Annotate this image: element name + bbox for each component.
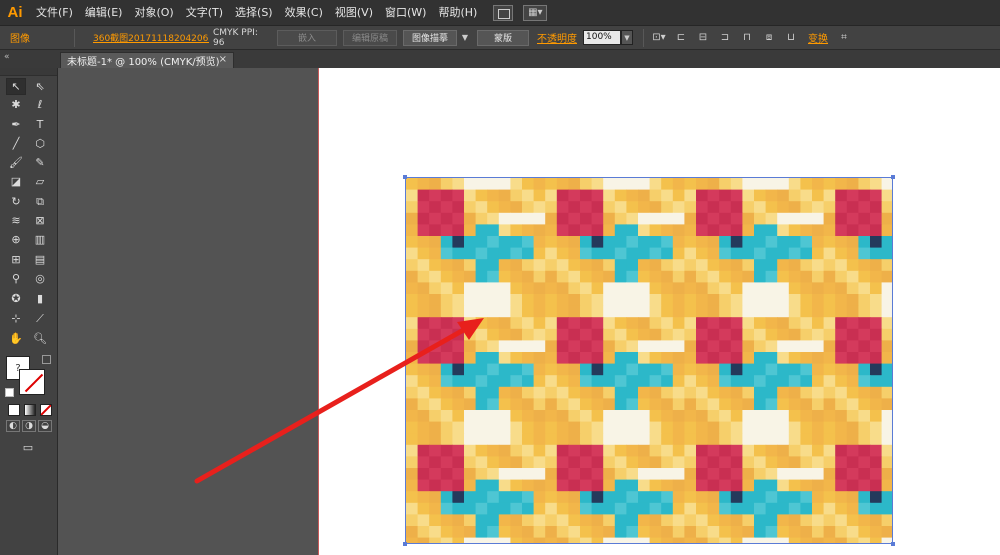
- draw-normal-icon[interactable]: ◐: [6, 420, 20, 432]
- hand-tool-icon[interactable]: ✋: [6, 330, 26, 347]
- align-top-icon[interactable]: ⊓: [739, 31, 755, 45]
- symbol-sprayer-tool-icon[interactable]: ✪: [6, 290, 26, 307]
- opacity-label[interactable]: 不透明度: [537, 30, 577, 45]
- align-vertical-center-icon[interactable]: ⧈: [761, 31, 777, 45]
- free-transform-tool-icon[interactable]: ⊠: [30, 212, 50, 229]
- edit-original-button[interactable]: 编辑原稿: [343, 29, 397, 46]
- separator: [643, 28, 644, 47]
- bridge-icon[interactable]: [493, 4, 514, 21]
- swap-fill-stroke-icon[interactable]: [42, 355, 51, 364]
- illustrator-logo: Ai: [7, 4, 23, 21]
- document-tab[interactable]: 未标题-1* @ 100% (CMYK/预览) ×: [60, 52, 234, 68]
- align-bottom-icon[interactable]: ⊔: [783, 31, 799, 45]
- scale-tool-icon[interactable]: ⧉: [30, 193, 50, 210]
- embed-button[interactable]: 嵌入: [277, 29, 337, 46]
- tools-panel-header[interactable]: [0, 68, 57, 76]
- selection-tool-icon[interactable]: ↖: [6, 78, 26, 95]
- artboard-tool-icon[interactable]: ⊹: [6, 310, 26, 327]
- red-annotation-arrow: [194, 318, 484, 484]
- rotate-tool-icon[interactable]: ↻: [6, 193, 26, 210]
- paintbrush-tool-icon[interactable]: 🖌: [6, 154, 26, 171]
- magic-wand-tool-icon[interactable]: ✱: [6, 96, 26, 113]
- gradient-mode-icon[interactable]: [24, 404, 36, 416]
- blob-brush-tool-icon[interactable]: ◪: [6, 173, 26, 190]
- image-trace-button[interactable]: 图像描摹: [403, 29, 457, 46]
- arrange-documents-icon[interactable]: ▦▾: [523, 4, 548, 21]
- document-workspace[interactable]: [59, 68, 1000, 555]
- align-horizontal-center-icon[interactable]: ⊟: [695, 31, 711, 45]
- document-tab-bar: « 未标题-1* @ 100% (CMYK/预览) ×: [0, 50, 1000, 68]
- close-icon[interactable]: ×: [219, 54, 227, 65]
- width-tool-icon[interactable]: ≋: [6, 212, 26, 229]
- color-info: CMYK PPI: 96: [213, 27, 258, 48]
- polygon-tool-icon[interactable]: ⬡: [30, 135, 50, 152]
- perspective-grid-tool-icon[interactable]: ▥: [30, 231, 50, 248]
- draw-inside-icon[interactable]: ◒: [38, 420, 52, 432]
- menu-bar: Ai 文件(F) 编辑(E) 对象(O) 文字(T) 选择(S) 效果(C) 视…: [0, 0, 1000, 26]
- draw-behind-icon[interactable]: ◑: [22, 420, 36, 432]
- tools-panel: ↖ ⇖ ✱ ℓ ✒ T ╱ ⬡ 🖌 ✎ ◪ ▱ ↻ ⧉ ≋ ⊠ ⊕ ▥ ⊞ ▤ …: [0, 68, 58, 555]
- blend-tool-icon[interactable]: ◎: [30, 270, 50, 287]
- image-trace-dropdown-icon[interactable]: ▼: [460, 33, 470, 42]
- align-to-icon[interactable]: ⊡▾: [651, 31, 667, 45]
- menu-edit[interactable]: 编辑(E): [79, 0, 129, 26]
- collapse-panel-icon[interactable]: «: [4, 52, 10, 62]
- type-tool-icon[interactable]: T: [30, 116, 50, 133]
- line-segment-tool-icon[interactable]: ╱: [6, 135, 26, 152]
- isolate-icon[interactable]: ⌗: [836, 31, 852, 45]
- eraser-tool-icon[interactable]: ▱: [30, 173, 50, 190]
- direct-selection-tool-icon[interactable]: ⇖: [30, 78, 50, 95]
- linked-file-link[interactable]: 360截图20171118204206...: [93, 31, 209, 44]
- color-mode-icon[interactable]: [8, 404, 20, 416]
- control-bar: 图像 360截图20171118204206... CMYK PPI: 96 嵌…: [0, 26, 1000, 50]
- menu-effect[interactable]: 效果(C): [279, 0, 329, 26]
- separator: [74, 28, 75, 47]
- menu-type[interactable]: 文字(T): [180, 0, 229, 26]
- menu-help[interactable]: 帮助(H): [432, 0, 483, 26]
- slice-tool-icon[interactable]: ⟋: [30, 310, 50, 327]
- align-right-icon[interactable]: ⊐: [717, 31, 733, 45]
- menu-object[interactable]: 对象(O): [128, 0, 179, 26]
- zoom-tool-icon[interactable]: 🔍︎: [30, 330, 50, 347]
- opacity-dropdown-icon[interactable]: ▼: [621, 30, 633, 45]
- shape-builder-tool-icon[interactable]: ⊕: [6, 231, 26, 248]
- none-mode-icon[interactable]: [40, 404, 52, 416]
- change-screen-mode-icon[interactable]: ▭: [18, 440, 38, 454]
- transform-link[interactable]: 变换: [808, 30, 828, 45]
- menu-view[interactable]: 视图(V): [329, 0, 379, 26]
- menu-select[interactable]: 选择(S): [229, 0, 279, 26]
- object-type-label: 图像: [10, 34, 30, 45]
- mesh-tool-icon[interactable]: ⊞: [6, 251, 26, 268]
- pencil-tool-icon[interactable]: ✎: [30, 154, 50, 171]
- lasso-tool-icon[interactable]: ℓ: [30, 96, 50, 113]
- gradient-tool-icon[interactable]: ▤: [30, 251, 50, 268]
- default-fill-stroke-icon[interactable]: [5, 388, 14, 397]
- eyedropper-tool-icon[interactable]: ⚲: [6, 270, 26, 287]
- align-left-icon[interactable]: ⊏: [673, 31, 689, 45]
- stroke-swatch[interactable]: [19, 369, 45, 395]
- opacity-input[interactable]: 100%: [583, 30, 621, 45]
- document-tab-title: 未标题-1* @ 100% (CMYK/预览): [67, 57, 220, 68]
- mask-button[interactable]: 蒙版: [477, 29, 529, 46]
- menu-file[interactable]: 文件(F): [30, 0, 79, 26]
- column-graph-tool-icon[interactable]: ▮: [30, 290, 50, 307]
- menu-window[interactable]: 窗口(W): [379, 0, 432, 26]
- pen-tool-icon[interactable]: ✒: [6, 116, 26, 133]
